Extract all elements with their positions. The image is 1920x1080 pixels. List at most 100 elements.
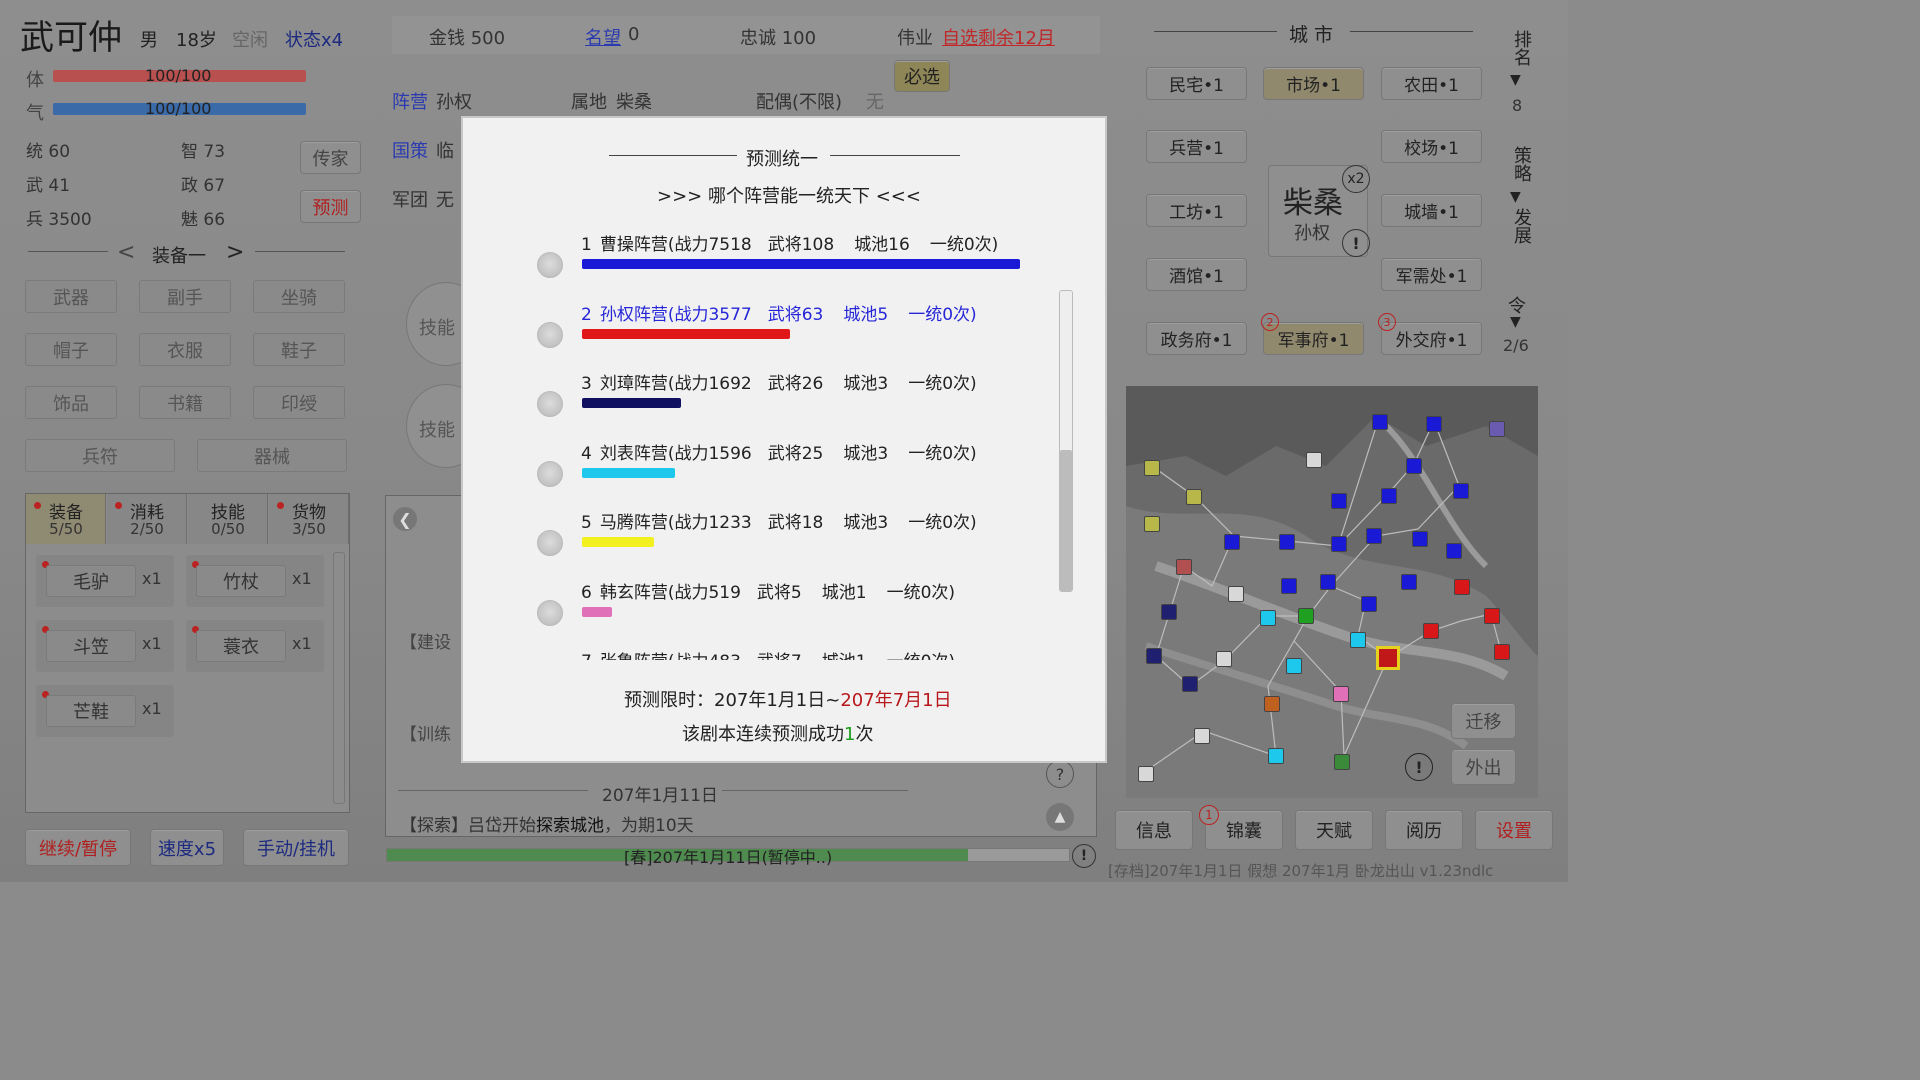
go-out-button[interactable]: 外出	[1451, 749, 1516, 785]
map-city[interactable]	[1489, 421, 1505, 437]
faction-radio[interactable]	[537, 252, 563, 278]
map-city[interactable]	[1454, 579, 1470, 595]
inventory-scrollbar[interactable]	[333, 552, 345, 804]
equip-slot-clothes[interactable]: 衣服	[139, 333, 231, 366]
building-tavern[interactable]: 酒馆•1	[1146, 258, 1247, 291]
equip-slot-accessory[interactable]: 饰品	[25, 386, 117, 419]
migrate-button[interactable]: 迁移	[1451, 703, 1516, 739]
equip-slot-shoes[interactable]: 鞋子	[253, 333, 345, 366]
map-city[interactable]	[1216, 651, 1232, 667]
time-alert-icon[interactable]: !	[1072, 844, 1096, 868]
equip-slot-siege[interactable]: 器械	[197, 439, 347, 472]
map-city[interactable]	[1334, 754, 1350, 770]
map-city[interactable]	[1453, 483, 1469, 499]
map-city[interactable]	[1494, 644, 1510, 660]
family-button[interactable]: 传家	[300, 141, 361, 174]
faction-row[interactable]: 3 刘璋阵营(战力1692 武将26 城池3 一统0次)	[463, 369, 1103, 439]
map-city[interactable]	[1333, 686, 1349, 702]
faction-radio[interactable]	[537, 530, 563, 556]
map-city[interactable]	[1298, 608, 1314, 624]
speed-button[interactable]: 速度x5	[150, 829, 224, 866]
inventory-item[interactable]: 蓑衣 x1	[186, 620, 324, 672]
equipment-next-arrow[interactable]: >	[226, 240, 244, 265]
map-city[interactable]	[1176, 559, 1192, 575]
mode-button[interactable]: 手动/挂机	[243, 829, 349, 866]
building-supply-depot[interactable]: 军需处•1	[1381, 258, 1482, 291]
map-city[interactable]	[1281, 578, 1297, 594]
map-city[interactable]	[1186, 489, 1202, 505]
map-city[interactable]	[1320, 574, 1336, 590]
rank-arrow-icon[interactable]: ▼	[1510, 72, 1521, 88]
pause-button[interactable]: 继续/暂停	[25, 829, 131, 866]
predict-button[interactable]: 预测	[300, 190, 361, 223]
map-city[interactable]	[1224, 534, 1240, 550]
faction-row[interactable]: 6 韩玄阵营(战力519 武将5 城池1 一统0次)	[463, 578, 1103, 648]
equip-slot-weapon[interactable]: 武器	[25, 280, 117, 313]
faction-row[interactable]: 2 孙权阵营(战力3577 武将63 城池5 一统0次)	[463, 300, 1103, 370]
building-city-wall[interactable]: 城墙•1	[1381, 194, 1482, 227]
city-alert-icon[interactable]: !	[1342, 229, 1370, 257]
bottom-tab-talent[interactable]: 天赋	[1295, 810, 1373, 850]
inventory-tab[interactable]: 装备 5/50	[26, 494, 106, 544]
map-city[interactable]	[1423, 623, 1439, 639]
map-city[interactable]	[1228, 586, 1244, 602]
bottom-tab-experience[interactable]: 阅历	[1385, 810, 1463, 850]
inventory-item[interactable]: 毛驴 x1	[36, 555, 174, 607]
map-city[interactable]	[1264, 696, 1280, 712]
building-workshop[interactable]: 工坊•1	[1146, 194, 1247, 227]
must-pick-button[interactable]: 必选	[894, 60, 950, 92]
building-drill-ground[interactable]: 校场•1	[1381, 130, 1482, 163]
map-city[interactable]	[1366, 528, 1382, 544]
equip-slot-book[interactable]: 书籍	[139, 386, 231, 419]
map-city[interactable]	[1406, 458, 1422, 474]
strategy-arrow-icon[interactable]: ▼	[1510, 189, 1521, 205]
map-city[interactable]	[1182, 676, 1198, 692]
faction-row[interactable]: 1 曹操阵营(战力7518 武将108 城池16 一统0次)	[463, 230, 1103, 300]
inventory-tab[interactable]: 技能 0/50	[188, 494, 268, 544]
map-city[interactable]	[1331, 493, 1347, 509]
building-residence[interactable]: 民宅•1	[1146, 67, 1247, 100]
map-city[interactable]	[1194, 728, 1210, 744]
map-city[interactable]	[1146, 648, 1162, 664]
map-city[interactable]	[1372, 414, 1388, 430]
bottom-tab-info[interactable]: 信息	[1115, 810, 1193, 850]
map-city[interactable]	[1306, 452, 1322, 468]
faction-row[interactable]: 4 刘表阵营(战力1596 武将25 城池3 一统0次)	[463, 439, 1103, 509]
inventory-item[interactable]: 芒鞋 x1	[36, 685, 174, 737]
map-city[interactable]	[1268, 748, 1284, 764]
map-city[interactable]	[1161, 604, 1177, 620]
inventory-item[interactable]: 竹杖 x1	[186, 555, 324, 607]
equip-slot-hat[interactable]: 帽子	[25, 333, 117, 366]
map-city[interactable]	[1446, 543, 1462, 559]
map-city[interactable]	[1286, 658, 1302, 674]
bottom-tab-settings[interactable]: 设置	[1475, 810, 1553, 850]
faction-scrollbar-thumb[interactable]	[1060, 450, 1072, 591]
character-status[interactable]: 状态x4	[285, 26, 343, 52]
map-city[interactable]	[1412, 531, 1428, 547]
faction-radio[interactable]	[537, 321, 563, 348]
map-city[interactable]	[1144, 460, 1160, 476]
equip-slot-tally[interactable]: 兵符	[25, 439, 175, 472]
log-scroll-up-icon[interactable]: ▲	[1046, 803, 1074, 831]
equip-slot-mount[interactable]: 坐骑	[253, 280, 345, 313]
log-help-icon[interactable]: ?	[1046, 760, 1074, 788]
map-city[interactable]	[1361, 596, 1377, 612]
map-city[interactable]	[1484, 608, 1500, 624]
equipment-prev-arrow[interactable]: <	[117, 240, 135, 265]
equip-slot-offhand[interactable]: 副手	[139, 280, 231, 313]
equip-slot-seal[interactable]: 印绶	[253, 386, 345, 419]
map-selected-city[interactable]	[1376, 646, 1400, 670]
order-arrow-icon[interactable]: ▼	[1510, 314, 1521, 330]
map-city[interactable]	[1426, 416, 1442, 432]
map-city[interactable]	[1144, 516, 1160, 532]
building-admin-office[interactable]: 政务府•1	[1146, 322, 1247, 355]
building-market[interactable]: 市场•1	[1263, 67, 1364, 100]
faction-radio[interactable]	[537, 460, 563, 487]
inventory-tab[interactable]: 消耗 2/50	[107, 494, 187, 544]
building-military-office[interactable]: 军事府•1	[1263, 322, 1364, 355]
map-city[interactable]	[1138, 766, 1154, 782]
building-farmland[interactable]: 农田•1	[1381, 67, 1482, 100]
map-city[interactable]	[1401, 574, 1417, 590]
faction-row[interactable]: 7 张鲁阵营(战力483 武将7 城池1 一统0次)	[463, 647, 1103, 660]
faction-radio[interactable]	[537, 391, 563, 417]
